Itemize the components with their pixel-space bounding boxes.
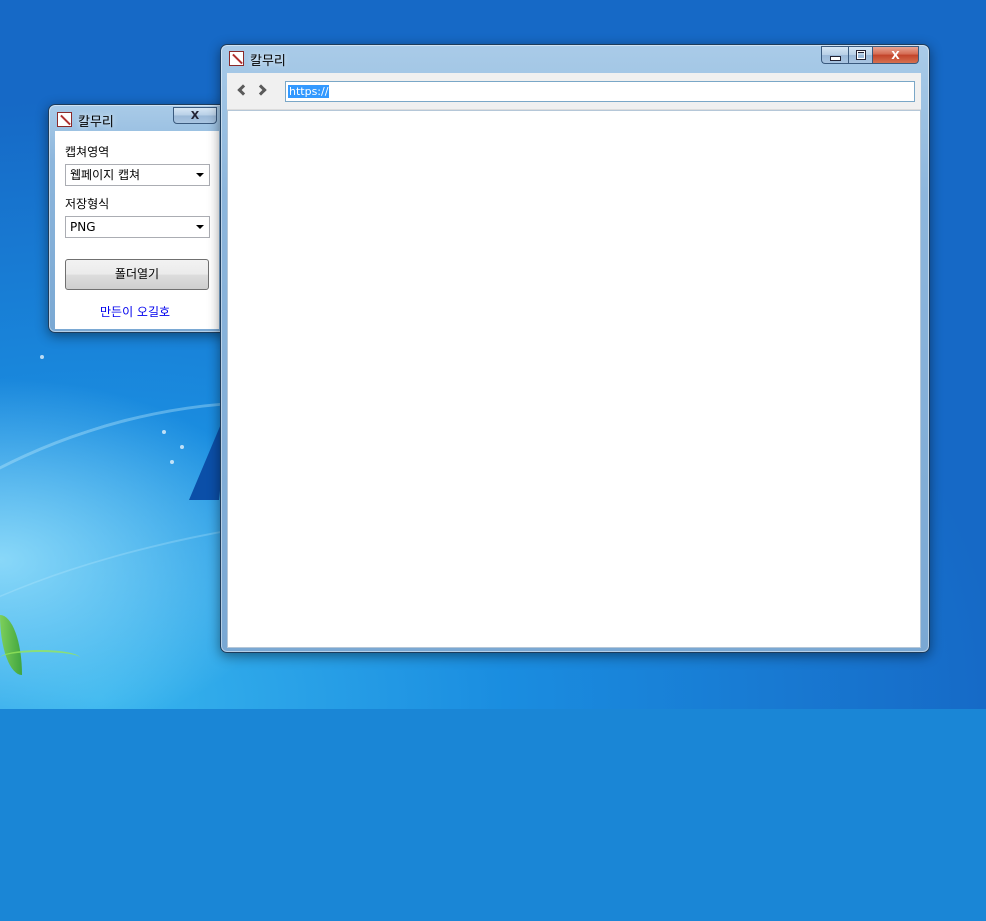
close-icon: X <box>190 109 200 122</box>
capture-area-label: 캡쳐영역 <box>65 145 110 159</box>
wallpaper-sparkle <box>40 355 44 359</box>
save-format-label: 저장형식 <box>65 197 110 211</box>
web-viewport[interactable] <box>227 110 921 648</box>
wallpaper-sparkle <box>180 445 184 449</box>
open-folder-button[interactable]: 폴더열기 <box>65 259 209 290</box>
dropdown-arrow-icon <box>196 173 204 177</box>
minimize-icon <box>829 55 841 61</box>
close-icon: X <box>891 48 900 62</box>
capture-area-value: 웹페이지 캡쳐 <box>70 168 141 182</box>
url-input[interactable]: https:// <box>285 81 915 102</box>
wallpaper-sparkle <box>170 460 174 464</box>
close-button[interactable]: X <box>873 46 919 64</box>
url-selected-text: https:// <box>288 85 330 98</box>
capture-settings-window[interactable]: 칼무리 X 캡쳐영역 웹페이지 캡쳐 저장형식 PNG 폴더열기 만든이 오길호 <box>48 104 228 333</box>
save-format-value: PNG <box>70 220 96 234</box>
capture-area-select[interactable]: 웹페이지 캡쳐 <box>65 164 210 186</box>
maximize-icon <box>855 50 866 60</box>
titlebar[interactable]: 칼무리 X <box>221 45 929 75</box>
minimize-button[interactable] <box>821 46 848 64</box>
forward-arrow-icon[interactable] <box>255 84 267 96</box>
wallpaper-sparkle <box>162 430 166 434</box>
app-icon <box>57 112 72 127</box>
close-button[interactable]: X <box>173 107 217 124</box>
save-format-select[interactable]: PNG <box>65 216 210 238</box>
author-link[interactable]: 만든이 오길호 <box>100 303 170 320</box>
app-icon <box>229 51 244 66</box>
window-title: 칼무리 <box>78 115 114 130</box>
maximize-button[interactable] <box>848 46 873 64</box>
back-arrow-icon[interactable] <box>237 84 249 96</box>
navigation-toolbar: https:// <box>227 73 921 110</box>
wallpaper-stem <box>0 650 80 666</box>
settings-panel: 캡쳐영역 웹페이지 캡쳐 저장형식 PNG 폴더열기 만든이 오길호 <box>55 131 219 329</box>
window-title: 칼무리 <box>250 54 286 69</box>
browser-window[interactable]: 칼무리 X https:// <box>220 44 930 653</box>
dropdown-arrow-icon <box>196 225 204 229</box>
